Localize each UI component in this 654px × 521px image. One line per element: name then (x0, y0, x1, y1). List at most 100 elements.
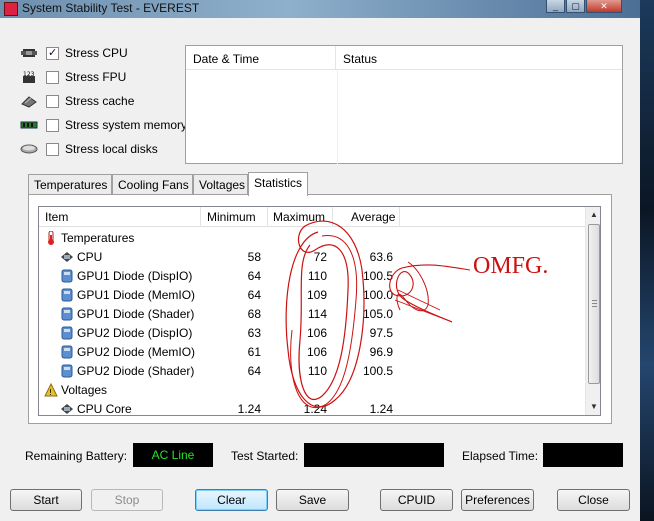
col-maximum[interactable]: Maximum (273, 210, 325, 224)
stability-test-window: System Stability Test - EVEREST _ ▢ ✕ St… (0, 0, 640, 521)
stress-disks-option[interactable]: Stress local disks (20, 141, 158, 157)
stop-button[interactable]: Stop (91, 489, 163, 511)
row-max: 109 (306, 288, 327, 302)
row-min: 64 (247, 288, 261, 302)
test-started-value (304, 443, 444, 467)
row-avg: 63.6 (369, 250, 393, 264)
log-col-datetime[interactable]: Date & Time (186, 46, 336, 69)
stress-memory-label: Stress system memory (65, 118, 188, 132)
grip-icon (592, 300, 597, 307)
stress-cpu-option[interactable]: Stress CPU (20, 45, 128, 61)
row-min: 64 (247, 269, 261, 283)
row-avg: 97.5 (369, 326, 393, 340)
statistics-list[interactable]: Item Minimum Maximum Average Temperature… (38, 206, 601, 416)
row-name: GPU2 Diode (Shader) (77, 364, 195, 378)
stress-cache-label: Stress cache (65, 94, 135, 108)
gpu-icon (60, 269, 74, 283)
table-row[interactable]: GPU2 Diode (DispIO) 63 106 97.5 (39, 324, 585, 343)
test-started-label: Test Started: (231, 449, 299, 463)
maximize-button[interactable]: ▢ (566, 0, 585, 13)
col-minimum[interactable]: Minimum (207, 210, 256, 224)
save-button[interactable]: Save (276, 489, 349, 511)
preferences-button[interactable]: Preferences (461, 489, 534, 511)
col-divider (200, 207, 201, 227)
minimize-button[interactable]: _ (546, 0, 565, 13)
row-avg: 100.5 (362, 269, 393, 283)
row-avg: 96.9 (369, 345, 393, 359)
table-row[interactable]: GPU2 Diode (Shader) 64 110 100.5 (39, 362, 585, 381)
statistics-scrollbar[interactable]: ▲ ▼ (585, 207, 600, 415)
memory-icon (20, 118, 38, 132)
tab-temperatures[interactable]: Temperatures (28, 174, 112, 195)
col-divider (399, 207, 400, 227)
desktop-background (640, 0, 654, 521)
row-max: 1.24 (303, 402, 327, 416)
row-max: 72 (313, 250, 327, 264)
row-max: 114 (307, 307, 327, 321)
table-row[interactable]: CPU Core 1.24 1.24 1.24 (39, 400, 585, 416)
stress-disks-checkbox[interactable] (46, 142, 59, 156)
row-max: 106 (306, 326, 327, 340)
stress-cache-checkbox[interactable] (46, 94, 59, 108)
cache-icon (20, 94, 38, 108)
stress-cpu-label: Stress CPU (65, 46, 128, 60)
table-row[interactable]: GPU2 Diode (MemIO) 61 106 96.9 (39, 343, 585, 362)
table-row[interactable]: GPU1 Diode (MemIO) 64 109 100.0 (39, 286, 585, 305)
svg-text:123: 123 (23, 71, 35, 78)
close-window-button[interactable]: ✕ (586, 0, 622, 13)
stress-fpu-checkbox[interactable] (46, 70, 59, 84)
scroll-down-arrow-icon[interactable]: ▼ (586, 399, 600, 415)
cpu-icon (20, 46, 38, 60)
battery-value: AC Line (133, 443, 213, 467)
start-button[interactable]: Start (10, 489, 82, 511)
window-title: System Stability Test - EVEREST (22, 1, 200, 15)
cpu-chip-icon (60, 250, 74, 264)
col-divider (332, 207, 333, 227)
log-column-divider (337, 70, 338, 164)
tab-cooling-fans[interactable]: Cooling Fans (112, 174, 193, 195)
row-min: 63 (247, 326, 261, 340)
col-item[interactable]: Item (45, 210, 68, 224)
elapsed-time-label: Elapsed Time: (462, 449, 539, 463)
col-divider (267, 207, 268, 227)
thermometer-icon (44, 230, 58, 245)
elapsed-time-value (543, 443, 623, 467)
stress-memory-option[interactable]: Stress system memory (20, 117, 187, 133)
close-button[interactable]: Close (557, 489, 630, 511)
row-min: 68 (247, 307, 261, 321)
gpu-icon (60, 307, 74, 321)
col-average[interactable]: Average (351, 210, 395, 224)
stress-cache-option[interactable]: Stress cache (20, 93, 134, 109)
group-label: Voltages (61, 383, 108, 397)
row-avg: 100.5 (362, 364, 393, 378)
cpu-chip-icon (60, 402, 74, 415)
group-voltages[interactable]: ! Voltages (39, 381, 585, 400)
row-avg: 100.0 (362, 288, 393, 302)
gpu-icon (60, 326, 74, 340)
scrollbar-thumb[interactable] (588, 224, 600, 384)
title-bar[interactable]: System Stability Test - EVEREST _ ▢ ✕ (0, 0, 640, 18)
stress-cpu-checkbox[interactable] (46, 46, 59, 60)
tab-voltages[interactable]: Voltages (193, 174, 248, 195)
row-name: GPU1 Diode (Shader) (77, 307, 195, 321)
gpu-icon (60, 288, 74, 302)
table-row[interactable]: GPU1 Diode (Shader) 68 114 105.0 (39, 305, 585, 324)
row-name: CPU (77, 250, 103, 264)
test-log-table[interactable]: Date & Time Status (185, 45, 623, 164)
cpuid-button[interactable]: CPUID (380, 489, 453, 511)
scroll-up-arrow-icon[interactable]: ▲ (586, 207, 600, 223)
group-temperatures[interactable]: Temperatures (39, 229, 585, 248)
gpu-icon (60, 364, 74, 378)
row-name: GPU1 Diode (DispIO) (77, 269, 193, 283)
row-max: 106 (306, 345, 327, 359)
stress-memory-checkbox[interactable] (46, 118, 59, 132)
tab-statistics[interactable]: Statistics (248, 172, 308, 196)
row-avg: 105.0 (362, 307, 393, 321)
row-max: 110 (307, 269, 327, 283)
log-col-status[interactable]: Status (336, 46, 377, 69)
battery-label: Remaining Battery: (25, 449, 128, 463)
row-min: 61 (247, 345, 261, 359)
clear-button[interactable]: Clear (195, 489, 268, 511)
row-min: 1.24 (237, 402, 261, 416)
stress-fpu-option[interactable]: 123 Stress FPU (20, 69, 126, 85)
